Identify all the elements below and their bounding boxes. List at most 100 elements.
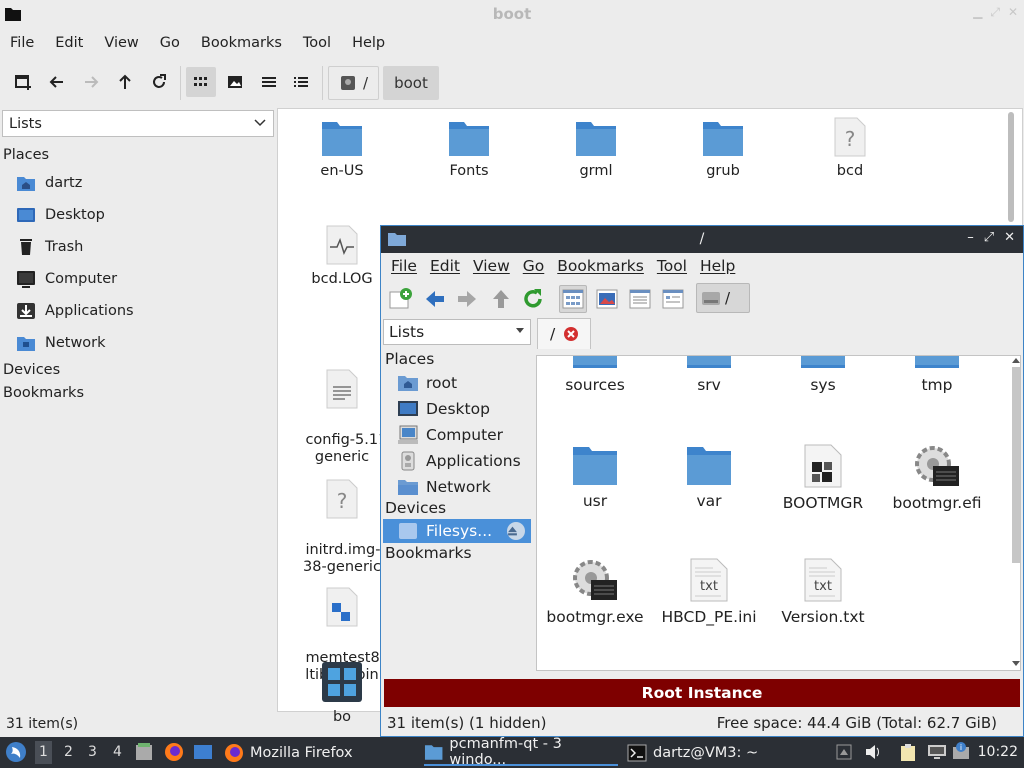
- thumbnail-view-button[interactable]: [593, 285, 621, 313]
- reload-button[interactable]: [144, 67, 174, 97]
- close-icon[interactable]: ✕: [1008, 5, 1018, 20]
- file-item-var[interactable]: var: [651, 444, 767, 510]
- workspace-3[interactable]: 3: [88, 744, 97, 760]
- workspace-1[interactable]: 1: [35, 741, 52, 764]
- volume-icon[interactable]: [864, 744, 882, 760]
- window-title: boot: [492, 5, 532, 23]
- sidebar-mode-select[interactable]: Lists: [2, 110, 274, 137]
- back-button[interactable]: [421, 285, 449, 313]
- sidebar-item-computer[interactable]: Computer: [16, 267, 117, 291]
- sidebar-item-desktop[interactable]: Desktop: [16, 203, 105, 227]
- drive-icon: [399, 523, 417, 539]
- menu-help[interactable]: Help: [700, 257, 735, 275]
- firefox-icon[interactable]: [164, 742, 184, 762]
- menu-go[interactable]: Go: [523, 257, 545, 275]
- file-item-bcd[interactable]: ? bcd: [795, 117, 905, 180]
- workspace-2[interactable]: 2: [64, 744, 73, 760]
- compact-view-button[interactable]: [626, 285, 654, 313]
- reload-button[interactable]: [519, 285, 547, 313]
- sidebar-item-applications[interactable]: Applications: [16, 299, 134, 323]
- file-item-bootmgr-efi[interactable]: bootmgr.efi: [879, 444, 995, 512]
- window-launcher-icon[interactable]: [193, 743, 213, 761]
- close-tab-icon[interactable]: [563, 326, 579, 342]
- svg-text:?: ?: [845, 127, 856, 151]
- update-notifier-icon[interactable]: i: [952, 741, 972, 761]
- menu-tool[interactable]: Tool: [657, 257, 687, 275]
- menu-view[interactable]: View: [473, 257, 510, 275]
- new-tab-button[interactable]: [8, 67, 38, 97]
- menu-view[interactable]: View: [104, 35, 138, 51]
- file-item-usr[interactable]: usr: [537, 444, 653, 510]
- sidebar-item-network[interactable]: Network: [397, 475, 491, 499]
- main-titlebar[interactable]: boot ▁ ⤢ ✕: [0, 0, 1024, 28]
- clipboard-icon[interactable]: [899, 744, 917, 762]
- network-status-icon[interactable]: [927, 744, 947, 760]
- forward-button[interactable]: [453, 285, 481, 313]
- sidebar-item-desktop[interactable]: Desktop: [397, 397, 490, 421]
- second-file-view[interactable]: sources srv sys tmp usr var BOOTMGR boot…: [536, 355, 1021, 671]
- sidebar-item-applications[interactable]: Applications: [397, 449, 521, 473]
- sidebar-item-computer[interactable]: Computer: [397, 423, 503, 447]
- file-item-bootmgr-exe[interactable]: bootmgr.exe: [537, 558, 653, 626]
- new-tab-button[interactable]: [387, 285, 415, 313]
- back-button[interactable]: [42, 67, 72, 97]
- sidebar-item-trash[interactable]: Trash: [16, 235, 83, 259]
- detail-view-button[interactable]: [659, 285, 687, 313]
- maximize-icon[interactable]: ⤢: [990, 5, 1000, 20]
- thumbnail-view-button[interactable]: [220, 67, 250, 97]
- menu-edit[interactable]: Edit: [430, 257, 460, 275]
- minimize-icon[interactable]: –: [967, 230, 974, 245]
- file-item-grml[interactable]: grml: [541, 119, 651, 180]
- file-item-en-us[interactable]: en-US: [287, 119, 397, 180]
- tab-root[interactable]: /: [537, 318, 591, 349]
- file-item-hbcd-pe-ini[interactable]: txt HBCD_PE.ini: [651, 558, 767, 626]
- eject-icon[interactable]: [507, 522, 525, 540]
- start-menu-icon[interactable]: [5, 741, 27, 763]
- workspace-4[interactable]: 4: [113, 744, 122, 760]
- menu-bookmarks[interactable]: Bookmarks: [557, 257, 644, 275]
- task-pcmanfm[interactable]: pcmanfm-qt - 3 windo...: [424, 736, 618, 768]
- file-item-fonts[interactable]: Fonts: [414, 119, 524, 180]
- vertical-scrollbar[interactable]: [1010, 355, 1022, 671]
- second-window-titlebar[interactable]: / – ⤢ ✕: [381, 226, 1023, 253]
- file-item-bootmgr[interactable]: BOOTMGR: [765, 444, 881, 512]
- menu-bookmarks[interactable]: Bookmarks: [201, 35, 282, 51]
- files-launcher-icon[interactable]: [134, 742, 154, 762]
- sidebar-item-filesystem[interactable]: Filesys...: [383, 519, 531, 543]
- file-item-srv[interactable]: srv: [651, 356, 767, 394]
- up-button[interactable]: [487, 285, 515, 313]
- file-item-sys[interactable]: sys: [765, 356, 881, 394]
- file-item-version-txt[interactable]: txt Version.txt: [765, 558, 881, 626]
- close-icon[interactable]: ✕: [1004, 230, 1015, 245]
- forward-button[interactable]: [76, 67, 106, 97]
- breadcrumb-root[interactable]: /: [328, 66, 380, 100]
- task-firefox[interactable]: Mozilla Firefox: [224, 740, 353, 766]
- tray-indicator-icon[interactable]: [836, 744, 852, 760]
- file-item-sources[interactable]: sources: [537, 356, 653, 394]
- sidebar-item-dartz[interactable]: dartz: [16, 171, 82, 195]
- breadcrumb-current[interactable]: boot: [383, 66, 439, 100]
- clock[interactable]: 10:22: [978, 744, 1018, 760]
- minimize-icon[interactable]: ▁: [973, 5, 982, 20]
- sidebar-item-root[interactable]: root: [397, 371, 457, 395]
- menu-tool[interactable]: Tool: [303, 35, 331, 51]
- sidebar-mode-select[interactable]: Lists: [383, 319, 531, 345]
- menu-go[interactable]: Go: [160, 35, 180, 51]
- up-button[interactable]: [110, 67, 140, 97]
- maximize-icon[interactable]: ⤢: [984, 230, 994, 245]
- detail-view-button[interactable]: [286, 67, 316, 97]
- file-item-tmp[interactable]: tmp: [879, 356, 995, 394]
- breadcrumb-root[interactable]: /: [696, 283, 750, 313]
- sidebar-item-network[interactable]: Network: [16, 331, 106, 355]
- menu-help[interactable]: Help: [352, 35, 385, 51]
- home-folder-icon: [398, 376, 418, 391]
- menu-edit[interactable]: Edit: [55, 35, 83, 51]
- compact-view-button[interactable]: [254, 67, 284, 97]
- file-item-grub[interactable]: grub: [668, 119, 778, 180]
- menu-file[interactable]: File: [391, 257, 417, 275]
- main-scrollbar[interactable]: [1008, 112, 1014, 222]
- menu-file[interactable]: File: [10, 35, 34, 51]
- icon-view-button[interactable]: [186, 67, 216, 97]
- icon-view-button[interactable]: [559, 285, 587, 313]
- task-terminal[interactable]: dartz@VM3: ~: [627, 740, 758, 766]
